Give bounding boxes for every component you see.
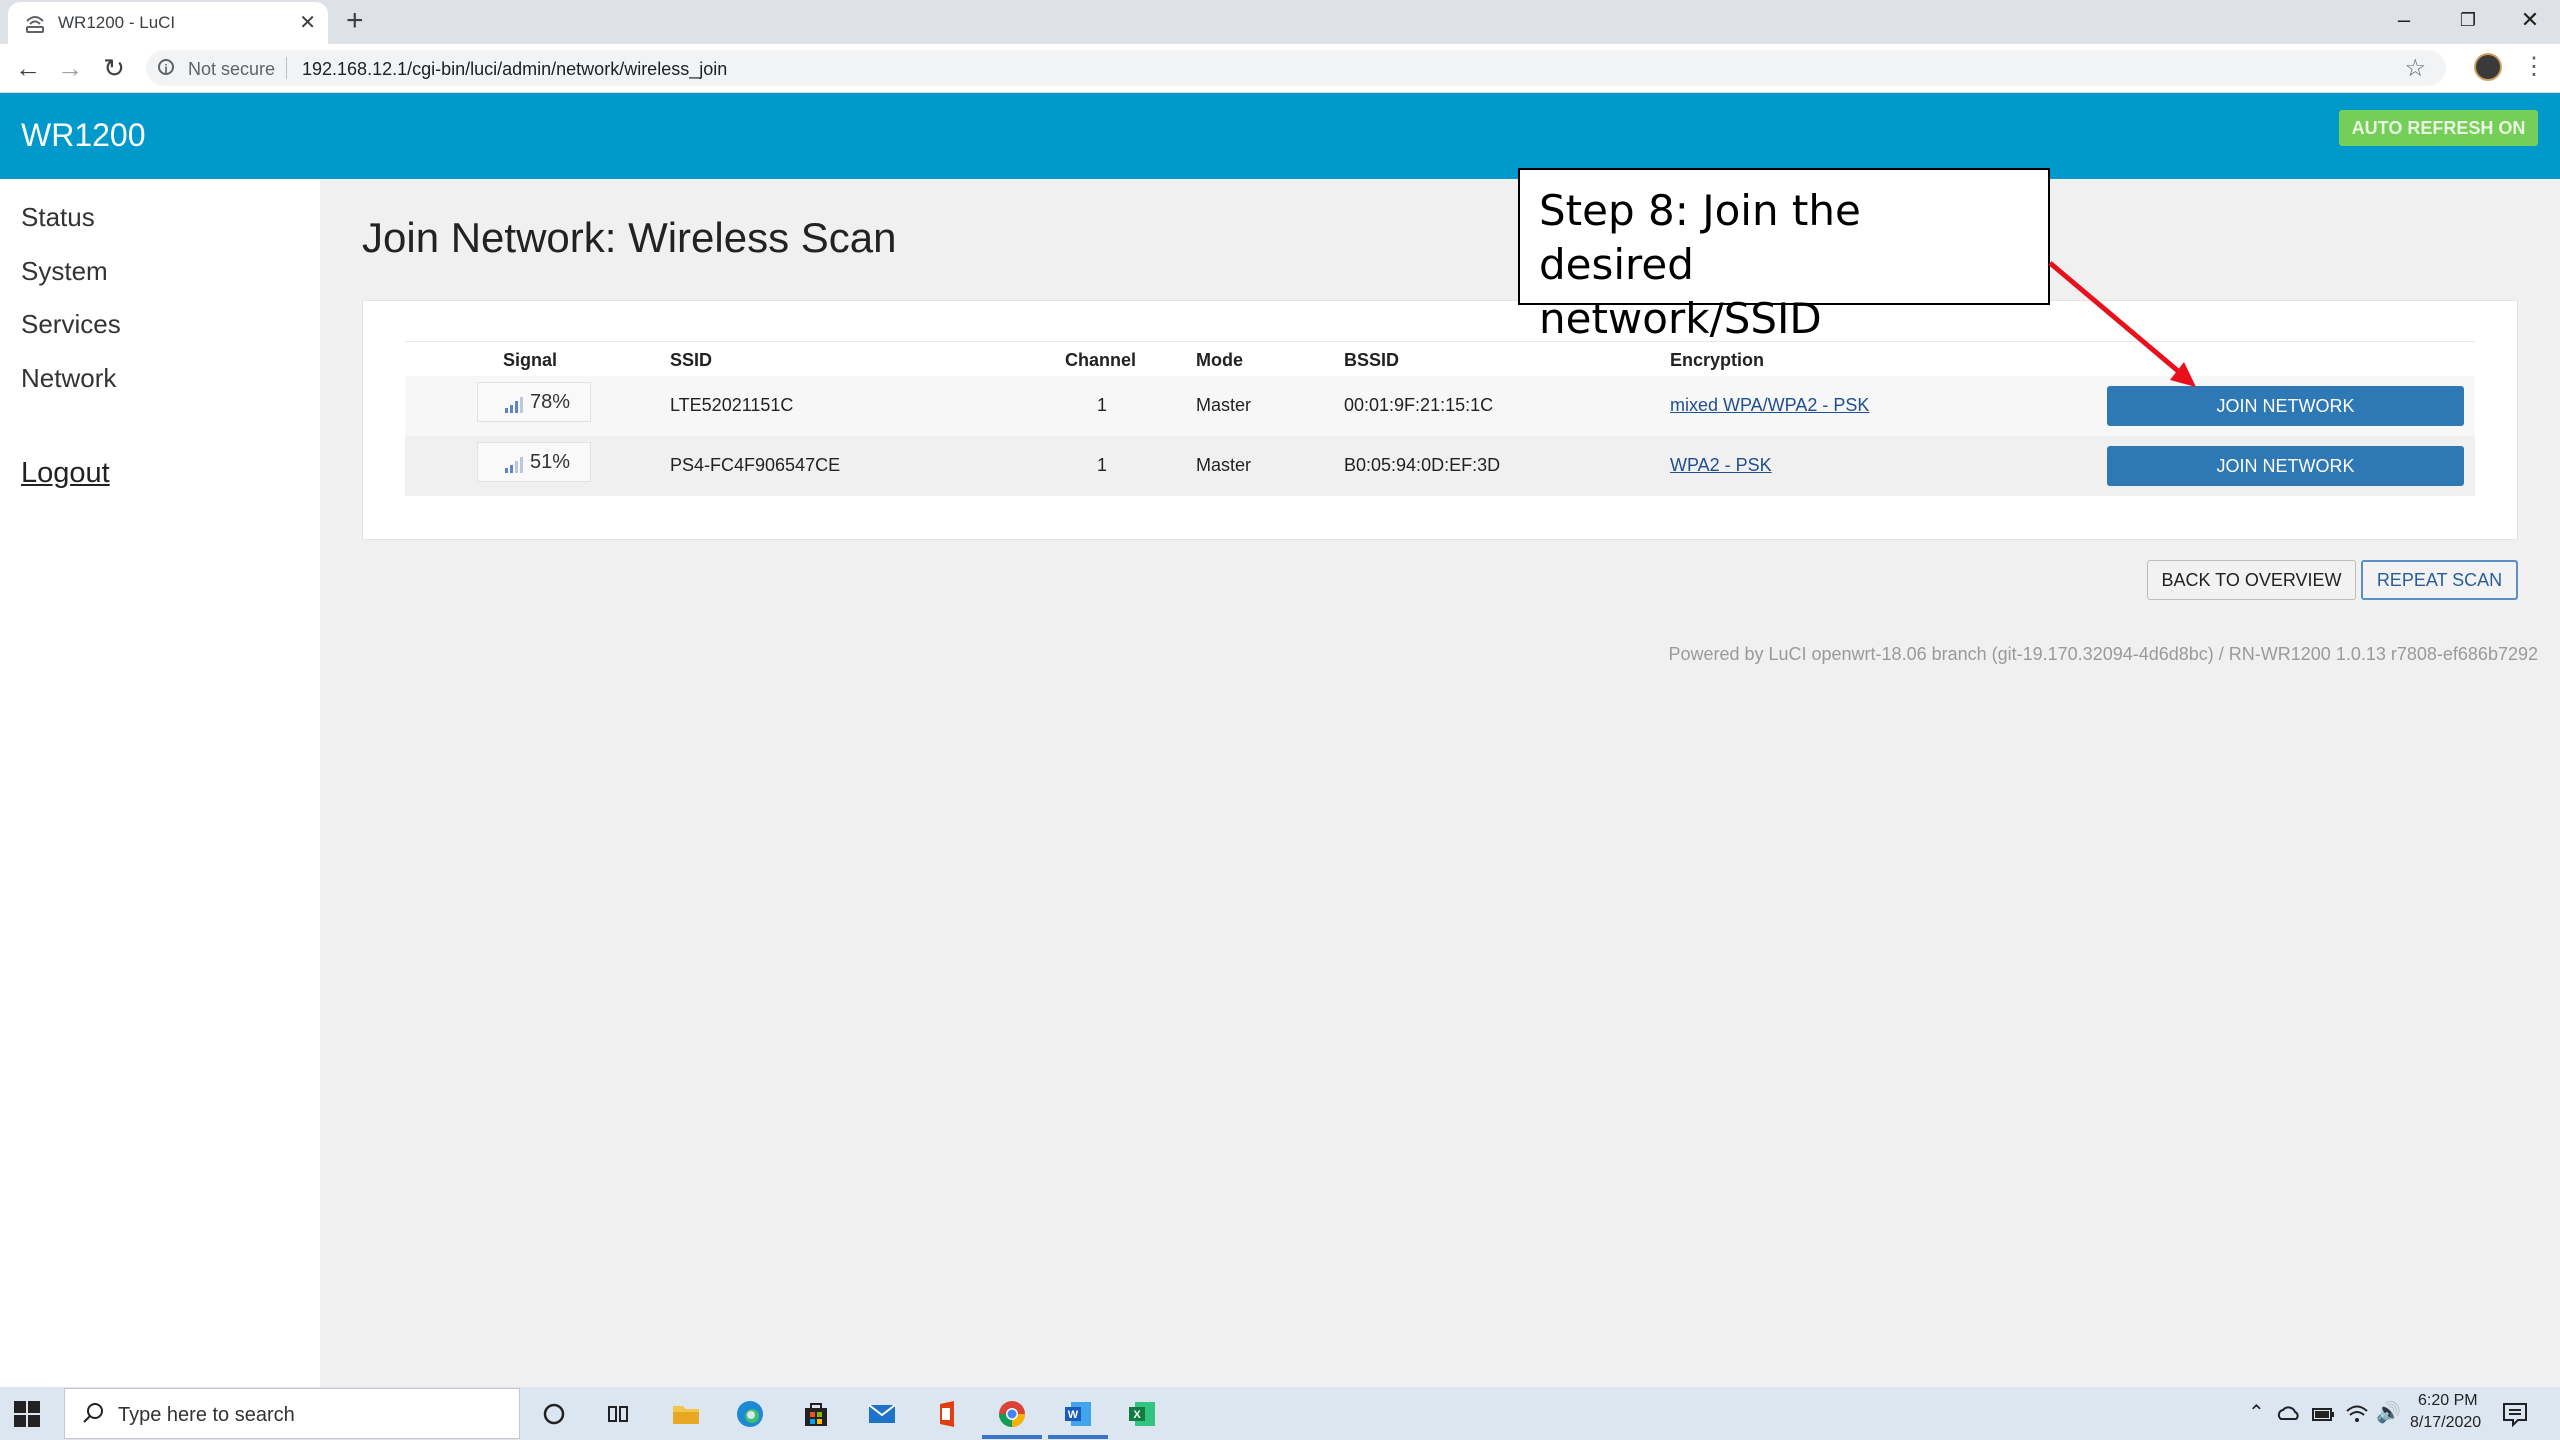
logout-link[interactable]: Logout [21, 457, 110, 490]
clock-time[interactable]: 6:20 PM [2418, 1392, 2478, 1410]
brand-logo[interactable]: WR1200 [21, 117, 146, 154]
profile-avatar[interactable] [2474, 53, 2502, 81]
task-view-icon[interactable] [602, 1398, 634, 1430]
col-bssid: BSSID [1344, 350, 1400, 370]
browser-toolbar: ← → ↻ i Not secure 192.168.12.1/cgi-bin/… [0, 44, 2560, 93]
close-window-icon[interactable]: ✕ [2508, 4, 2552, 36]
table-row: 78% LTE52021151C 1 Master 00:01:9F:21:15… [405, 376, 2475, 436]
scan-table: Signal SSID Channel Mode BSSID Encryptio… [405, 341, 2475, 496]
windows-start-icon[interactable] [12, 1399, 42, 1429]
url-divider [286, 57, 287, 79]
notifications-icon[interactable] [2500, 1399, 2530, 1429]
sidebar-item-status[interactable]: Status [21, 202, 95, 233]
footer-text: Powered by LuCI openwrt-18.06 branch (gi… [1668, 644, 2538, 664]
mail-icon[interactable] [866, 1398, 898, 1430]
forward-icon[interactable]: → [54, 52, 86, 84]
svg-text:X: X [1133, 1409, 1141, 1421]
ssid-cell: LTE52021151C [670, 395, 794, 415]
signal-value: 78% [530, 391, 571, 413]
mode-cell: Master [1196, 455, 1252, 475]
info-icon[interactable]: i [158, 59, 174, 76]
new-tab-icon[interactable]: + [346, 4, 364, 38]
browser-tabstrip: WR1200 - LuCI ✕ + – ❐ ✕ [0, 0, 2560, 44]
onedrive-icon[interactable] [2276, 1401, 2302, 1427]
tray-chevron-icon[interactable]: ⌃ [2248, 1400, 2265, 1425]
table-row: 51% PS4-FC4F906547CE 1 Master B0:05:94:0… [405, 436, 2475, 496]
repeat-scan-button[interactable]: REPEAT SCAN [2361, 560, 2518, 600]
word-icon[interactable]: W [1062, 1398, 1094, 1430]
bookmark-star-icon[interactable]: ☆ [2404, 54, 2426, 83]
volume-icon[interactable]: 🔊 [2376, 1400, 2401, 1425]
restore-icon[interactable]: ❐ [2446, 4, 2490, 36]
wifi-icon[interactable] [2344, 1401, 2370, 1427]
mode-cell: Master [1196, 395, 1252, 415]
search-placeholder: Type here to search [118, 1404, 295, 1426]
encryption-link[interactable]: WPA2 - PSK [1670, 455, 1772, 476]
windows-taskbar: Type here to search W X ⌃ 🔊 6:20 PM 8/17… [0, 1387, 2560, 1440]
ssid-cell: PS4-FC4F906547CE [670, 455, 841, 475]
signal-cell: 51% [477, 442, 591, 482]
svg-text:W: W [1068, 1409, 1079, 1421]
reload-icon[interactable]: ↻ [98, 52, 130, 84]
sidebar-nav: Status System Services Network Logout [0, 179, 320, 1387]
bssid-cell: 00:01:9F:21:15:1C [1344, 395, 1494, 415]
bssid-cell: B0:05:94:0D:EF:3D [1344, 455, 1501, 475]
col-encryption: Encryption [1670, 350, 1765, 370]
signal-value: 51% [530, 451, 571, 473]
col-ssid: SSID [670, 350, 713, 370]
back-icon[interactable]: ← [12, 52, 44, 84]
minimize-icon[interactable]: – [2382, 4, 2426, 36]
chrome-icon[interactable] [996, 1398, 1028, 1430]
col-signal: Signal [503, 350, 558, 370]
callout-line-1: Step 8: Join the desired [1539, 186, 1861, 289]
luci-header: WR1200 AUTO REFRESH ON [0, 93, 2560, 179]
battery-icon[interactable] [2310, 1401, 2336, 1427]
back-to-overview-button[interactable]: BACK TO OVERVIEW [2147, 560, 2356, 600]
cortana-icon[interactable] [538, 1398, 570, 1430]
encryption-link[interactable]: mixed WPA/WPA2 - PSK [1670, 395, 1869, 416]
signal-strength-icon [505, 457, 523, 473]
store-icon[interactable] [800, 1398, 832, 1430]
auto-refresh-toggle[interactable]: AUTO REFRESH ON [2339, 110, 2538, 146]
browser-menu-icon[interactable]: ⋮ [2522, 52, 2546, 82]
search-icon [83, 1403, 103, 1423]
page-title: Join Network: Wireless Scan [362, 214, 897, 261]
edge-icon[interactable] [734, 1398, 766, 1430]
sidebar-item-system[interactable]: System [21, 256, 108, 287]
chrome-active-indicator [982, 1435, 1042, 1439]
sidebar-item-network[interactable]: Network [21, 363, 116, 394]
url-text[interactable]: 192.168.12.1/cgi-bin/luci/admin/network/… [302, 59, 727, 80]
col-mode: Mode [1196, 350, 1243, 370]
sidebar-item-services[interactable]: Services [21, 309, 121, 340]
scan-results-panel: Signal SSID Channel Mode BSSID Encryptio… [362, 300, 2518, 540]
table-header: Signal SSID Channel Mode BSSID Encryptio… [405, 342, 2475, 376]
tab-title: WR1200 - LuCI [58, 13, 176, 32]
excel-icon[interactable]: X [1126, 1398, 1158, 1430]
signal-strength-icon [505, 397, 523, 413]
address-bar[interactable]: i Not secure 192.168.12.1/cgi-bin/luci/a… [146, 50, 2446, 86]
join-network-button[interactable]: JOIN NETWORK [2107, 386, 2464, 426]
wifi-router-icon [26, 16, 44, 33]
file-explorer-icon[interactable] [670, 1398, 702, 1430]
word-active-indicator [1048, 1435, 1108, 1439]
callout-line-2: network/SSID [1539, 294, 1822, 343]
channel-cell: 1 [1097, 455, 1108, 475]
join-network-button[interactable]: JOIN NETWORK [2107, 446, 2464, 486]
step-callout: Step 8: Join the desired network/SSID [1518, 168, 2050, 343]
taskbar-search[interactable]: Type here to search [64, 1388, 520, 1439]
col-channel: Channel [1065, 350, 1137, 370]
channel-cell: 1 [1097, 395, 1108, 415]
tab-close-icon[interactable]: ✕ [299, 10, 316, 36]
not-secure-label[interactable]: Not secure [188, 59, 275, 80]
browser-tab[interactable]: WR1200 - LuCI ✕ [8, 2, 328, 44]
clock-date[interactable]: 8/17/2020 [2410, 1414, 2481, 1432]
signal-cell: 78% [477, 382, 591, 422]
office-icon[interactable] [932, 1398, 964, 1430]
